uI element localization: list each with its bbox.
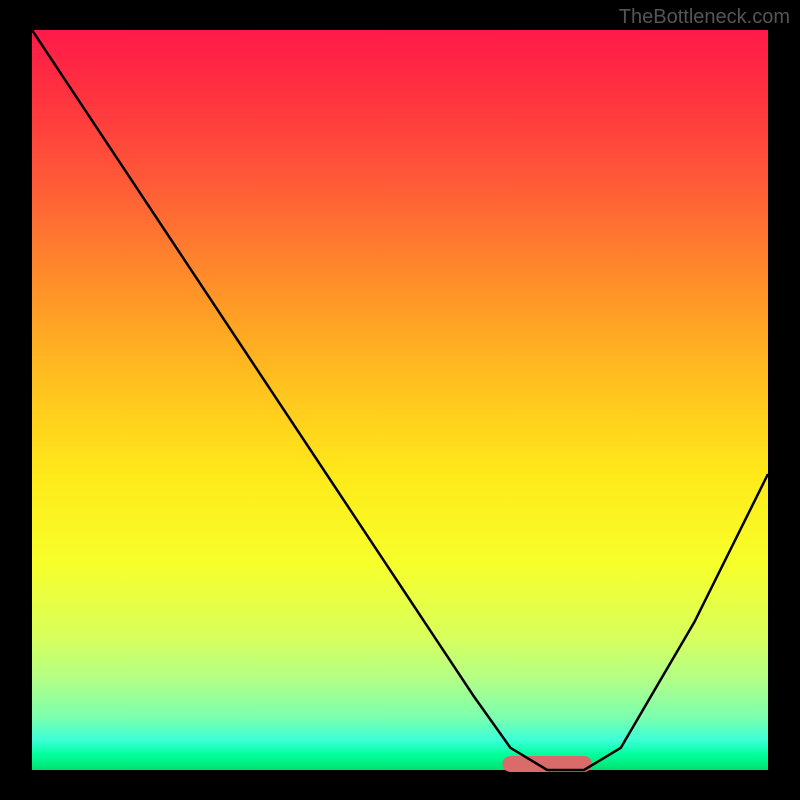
chart-curve [32, 30, 768, 770]
chart-svg [32, 30, 768, 770]
watermark-text: TheBottleneck.com [619, 6, 790, 29]
chart-plot-area [32, 30, 768, 770]
